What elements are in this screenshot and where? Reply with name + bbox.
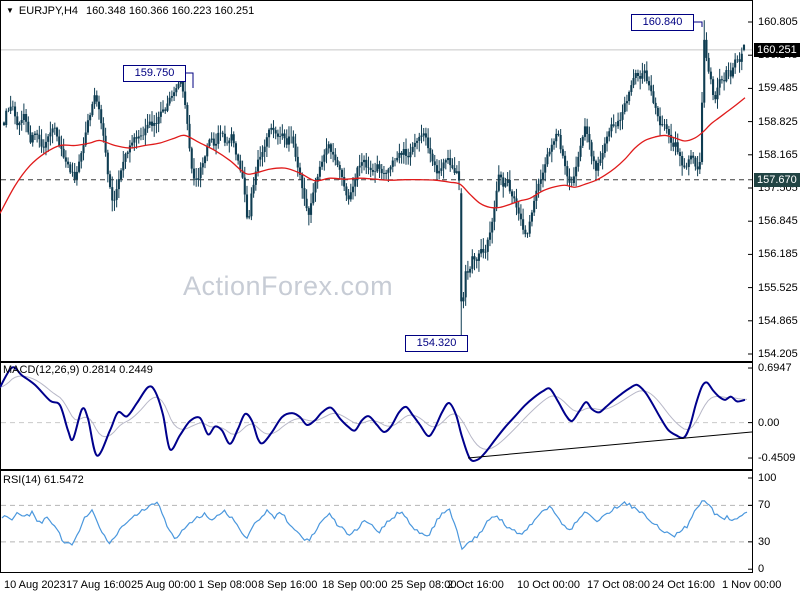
- time-axis-label: 10 Aug 2023: [4, 579, 66, 591]
- price-axis-tick-label: 154.865: [758, 314, 798, 327]
- time-axis-label: 10 Oct 00:00: [517, 579, 580, 591]
- current-price-tag: 160.251: [754, 42, 800, 57]
- ohlc-values: 160.348 160.366 160.223 160.251: [86, 5, 255, 17]
- macd-axis-tick-label: 0.6947: [758, 362, 792, 375]
- macd-indicator-values: 0.2814 0.2449: [82, 364, 153, 376]
- macd-axis-tick-label: -0.4509: [758, 452, 796, 465]
- symbol-label: EURJPY,H4: [18, 5, 79, 17]
- time-axis-label: 1 Nov 00:00: [722, 579, 782, 591]
- macd-axis-tick-label: 0.00: [758, 416, 780, 429]
- price-annotation-box: 160.840: [631, 14, 694, 31]
- time-axis-label: 25 Aug 00:00: [131, 579, 196, 591]
- price-axis-tick-label: 156.185: [758, 248, 798, 261]
- macd-indicator-label: MACD(12,26,9): [3, 364, 80, 376]
- price-axis-tick-label: 158.165: [758, 148, 798, 161]
- time-axis-label: 18 Sep 00:00: [322, 579, 388, 591]
- time-axis-label: 8 Sep 16:00: [258, 579, 318, 591]
- rsi-axis-tick-label: 30: [758, 535, 771, 548]
- rsi-axis-tick-label: 100: [758, 472, 777, 484]
- rsi-axis-tick-label: 70: [758, 499, 771, 512]
- time-axis-label: 24 Oct 16:00: [652, 579, 715, 591]
- price-axis-tick-label: 160.805: [758, 16, 798, 28]
- candlestick-chart-canvas[interactable]: [0, 0, 800, 600]
- rsi-indicator-label: RSI(14): [3, 474, 41, 486]
- chart-header: ▼ EURJPY,H4 160.348 160.366 160.223 160.25…: [6, 5, 254, 17]
- macd-pane-label: MACD(12,26,9) 0.2814 0.2449: [3, 364, 153, 376]
- chart-window: ActionForex.com ▼ EURJPY,H4 160.348 160.36…: [0, 0, 800, 600]
- price-axis-tick-label: 155.525: [758, 281, 798, 294]
- price-axis-tick-label: 158.825: [758, 115, 798, 128]
- price-axis-tick-label: 159.485: [758, 82, 798, 95]
- price-annotation-box: 159.750: [123, 65, 186, 82]
- rsi-indicator-value: 61.5472: [43, 474, 84, 486]
- price-axis-tick-label: 156.845: [758, 215, 798, 228]
- time-axis-label: 1 Sep 08:00: [198, 579, 258, 591]
- rsi-pane-label: RSI(14) 61.5472: [3, 474, 84, 486]
- symbol-dropdown-icon[interactable]: ▼: [6, 6, 14, 15]
- rsi-axis-tick-label: 0: [758, 563, 765, 576]
- price-axis-tick-label: 154.205: [758, 348, 798, 360]
- time-axis-label: 17 Aug 16:00: [66, 579, 131, 591]
- support-level-tag: 157.670: [754, 172, 800, 187]
- price-annotation-box: 154.320: [405, 335, 468, 352]
- time-axis-label: 17 Oct 08:00: [587, 579, 650, 591]
- time-axis-label: 2 Oct 16:00: [447, 579, 504, 591]
